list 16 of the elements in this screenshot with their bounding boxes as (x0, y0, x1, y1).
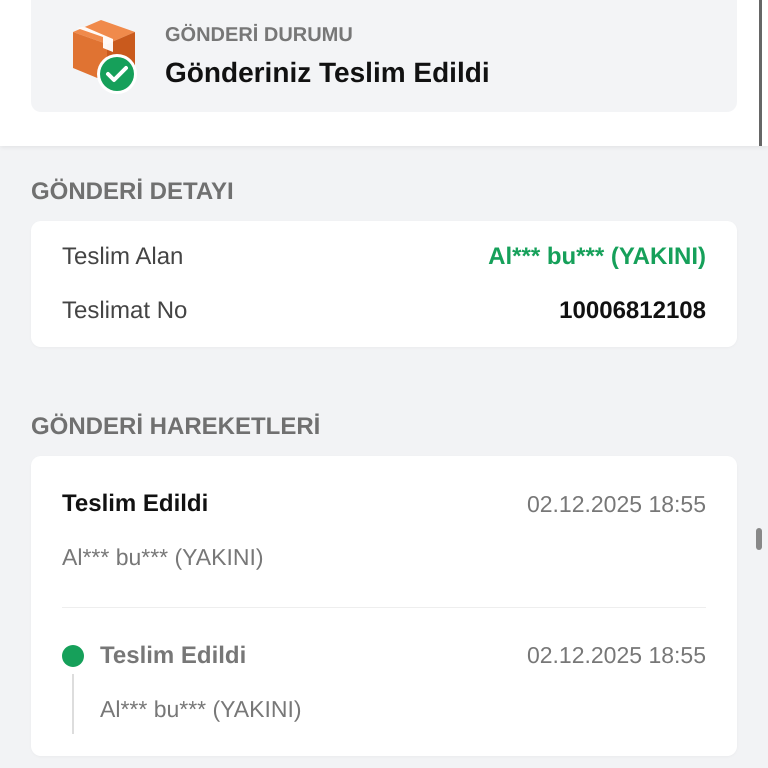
movement-title: Teslim Edildi (62, 489, 208, 519)
scrollbar-thumb (756, 528, 762, 550)
movement-time: 02.12.2025 18:55 (526, 490, 706, 519)
delivered-box-icon (71, 18, 139, 94)
detail-value: 10006812108 (559, 299, 706, 323)
detail-label: Teslimat No (62, 299, 188, 323)
section-heading: GÖNDERİ DETAYI (31, 180, 235, 204)
detail-label: Teslim Alan (62, 245, 184, 269)
event-time: 02.12.2025 18:55 (526, 641, 706, 670)
status-title: Gönderiniz Teslim Edildi (165, 59, 490, 87)
detail-value: Al*** bu*** (YAKINI) (488, 245, 706, 269)
status-label: GÖNDERİ DURUMU (165, 25, 354, 45)
movement-subtitle: Al*** bu*** (YAKINI) (62, 543, 265, 572)
event-subtitle: Al*** bu*** (YAKINI) (100, 694, 302, 724)
section-heading: GÖNDERİ HAREKETLERİ (31, 415, 322, 439)
event-title: Teslim Edildi (100, 640, 246, 670)
